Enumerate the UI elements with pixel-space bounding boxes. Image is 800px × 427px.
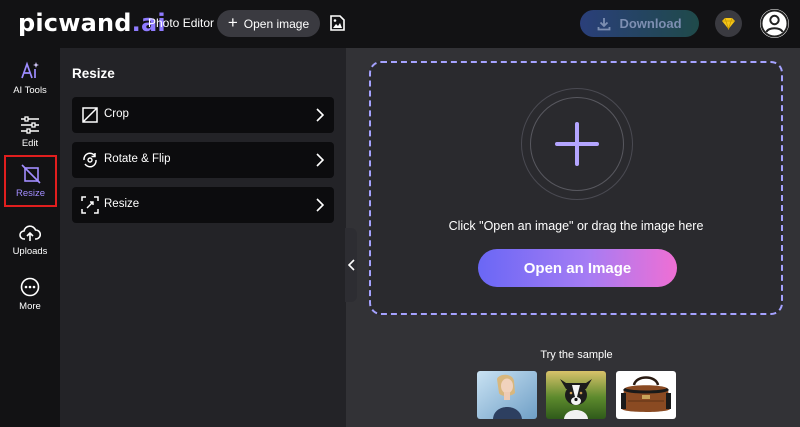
- nav-label: Uploads: [12, 245, 48, 257]
- download-icon: [598, 17, 611, 30]
- nav-item-resize[interactable]: Resize: [4, 155, 57, 207]
- sample-woman-photo[interactable]: [477, 371, 537, 419]
- crop-icon: [82, 107, 98, 123]
- tool-label: Rotate & Flip: [104, 153, 171, 165]
- chevron-left-icon: [347, 259, 355, 271]
- resize-icon: [20, 163, 41, 184]
- sliders-icon: [21, 115, 39, 134]
- plus-icon: [555, 122, 599, 166]
- sample-title: Try the sample: [540, 349, 613, 361]
- tool-resize[interactable]: Resize: [72, 187, 334, 223]
- more-icon: [20, 277, 40, 296]
- nav-label: AI Tools: [13, 84, 47, 96]
- nav-item-uploads[interactable]: Uploads: [0, 214, 60, 266]
- chevron-right-icon: [316, 153, 324, 167]
- drop-zone[interactable]: Click "Open an image" or drag the image …: [369, 61, 783, 315]
- left-nav: AI Tools Edit Resize Uploads More: [0, 48, 60, 427]
- chevron-right-icon: [316, 198, 324, 212]
- open-image-label: Open image: [243, 16, 310, 31]
- tool-label: Crop: [104, 108, 129, 120]
- plus-circle: [530, 97, 624, 191]
- tool-crop[interactable]: Crop: [72, 97, 334, 133]
- cloud-upload-icon: [19, 224, 41, 241]
- rotate-icon: [83, 152, 97, 168]
- download-button[interactable]: Download: [580, 10, 699, 37]
- avatar[interactable]: [760, 9, 789, 38]
- nav-item-more[interactable]: More: [0, 268, 60, 320]
- download-label: Download: [619, 16, 682, 31]
- open-an-image-button[interactable]: Open an Image: [478, 249, 677, 287]
- main-canvas: Click "Open an image" or drag the image …: [346, 48, 800, 427]
- panel-title: Resize: [72, 66, 115, 81]
- open-image-button[interactable]: + Open image: [217, 10, 320, 37]
- nav-label: Edit: [21, 137, 39, 149]
- nav-item-edit[interactable]: Edit: [0, 106, 60, 158]
- logo[interactable]: picwand.ai: [18, 9, 166, 37]
- nav-label: Resize: [15, 187, 46, 199]
- resize-frame-icon: [81, 196, 99, 214]
- app-root: picwand.ai Photo Editor + Open image Dow…: [0, 0, 800, 427]
- logo-text: picwand: [18, 9, 132, 37]
- tool-rotate-flip[interactable]: Rotate & Flip: [72, 142, 334, 178]
- app-title: Photo Editor: [148, 16, 215, 30]
- top-bar: picwand.ai Photo Editor + Open image Dow…: [0, 0, 800, 48]
- add-image-button[interactable]: [521, 88, 633, 200]
- user-icon: [760, 9, 789, 38]
- diamond-icon: [722, 17, 735, 30]
- nav-label: More: [19, 300, 41, 312]
- plus-icon: +: [227, 13, 238, 32]
- sample-dog-photo[interactable]: [546, 371, 606, 419]
- chevron-right-icon: [316, 108, 324, 122]
- ai-tools-icon: [21, 60, 39, 78]
- collapse-panel-button[interactable]: [345, 228, 357, 302]
- tool-label: Resize: [104, 198, 140, 210]
- drop-instructions: Click "Open an image" or drag the image …: [448, 219, 704, 233]
- premium-icon[interactable]: [715, 10, 742, 37]
- save-image-icon[interactable]: [328, 14, 346, 32]
- nav-item-ai-tools[interactable]: AI Tools: [0, 52, 60, 104]
- tool-panel: Resize Crop Rotate & Flip Resize: [60, 48, 346, 427]
- sample-bag-photo[interactable]: [616, 371, 676, 419]
